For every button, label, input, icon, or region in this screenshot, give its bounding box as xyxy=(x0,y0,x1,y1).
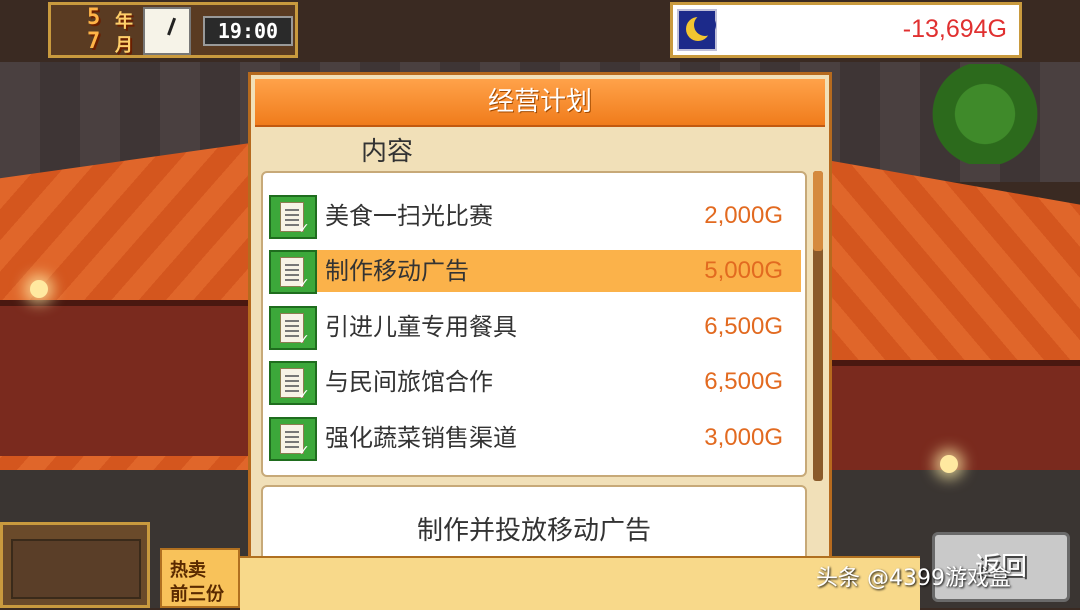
document-icon: ✓ xyxy=(269,361,317,405)
plan-item-label: 强化蔬菜销售渠道 xyxy=(325,424,517,452)
lantern xyxy=(30,280,48,298)
funds-amount: -13,694G xyxy=(902,15,1007,43)
funds-panel: -13,694G xyxy=(670,2,1022,58)
plan-item-price: 3,000G xyxy=(704,424,783,451)
plan-item-price: 6,500G xyxy=(704,313,783,340)
calendar-date: 5 年 7 月 xyxy=(81,5,143,57)
date-time-panel: 5 年 7 月 19:00 xyxy=(48,2,298,58)
bestseller-badge: 热卖 前三份 xyxy=(160,548,240,608)
plan-item-inn-partnership[interactable]: ✓ 与民间旅馆合作 6,500G xyxy=(269,361,801,405)
plan-item-price: 6,500G xyxy=(704,368,783,395)
list-scrollbar[interactable] xyxy=(813,171,823,481)
plan-item-price: 5,000G xyxy=(704,257,783,284)
bestseller-line2: 前三份 xyxy=(170,584,224,605)
tree xyxy=(930,64,1040,164)
dialog-header: 经营计划 xyxy=(255,79,825,127)
document-icon: ✓ xyxy=(269,250,317,294)
scrollbar-thumb[interactable] xyxy=(813,171,823,251)
year-label: 年 xyxy=(115,11,133,32)
watermark: 头条 @4399游戏盒 xyxy=(816,566,1011,591)
plan-item-label: 与民间旅馆合作 xyxy=(325,368,493,396)
document-icon: ✓ xyxy=(269,417,317,461)
plan-list: ✓ 美食一扫光比赛 2,000G ✓ 制作移动广告 5,000G ✓ 引进儿童专… xyxy=(261,171,807,477)
management-plan-dialog: 经营计划 内容 ✓ 美食一扫光比赛 2,000G ✓ 制作移动广告 5,000G… xyxy=(248,72,832,586)
street-light xyxy=(940,455,958,473)
plan-item-vegetable-channel[interactable]: ✓ 强化蔬菜销售渠道 3,000G xyxy=(269,417,801,461)
plan-item-label: 美食一扫光比赛 xyxy=(325,202,493,230)
year-number: 5 xyxy=(87,5,101,30)
plan-item-label: 引进儿童专用餐具 xyxy=(325,313,517,341)
plan-item-mobile-ad[interactable]: ✓ 制作移动广告 5,000G xyxy=(269,250,801,294)
clock-icon xyxy=(143,7,191,55)
bestseller-line1: 热卖 xyxy=(170,560,206,581)
bottom-left-slot[interactable] xyxy=(0,522,150,608)
restaurant-counter-left xyxy=(0,300,260,456)
plan-item-kids-tableware[interactable]: ✓ 引进儿童专用餐具 6,500G xyxy=(269,306,801,350)
dialog-title: 经营计划 xyxy=(487,87,592,117)
month-label: 月 xyxy=(115,35,133,56)
plan-item-food-contest[interactable]: ✓ 美食一扫光比赛 2,000G xyxy=(269,195,801,239)
plan-item-label: 制作移动广告 xyxy=(325,257,469,285)
content-label: 内容 xyxy=(361,137,414,167)
document-icon: ✓ xyxy=(269,195,317,239)
plan-item-price: 2,000G xyxy=(704,202,783,229)
document-icon: ✓ xyxy=(269,306,317,350)
game-time: 19:00 xyxy=(203,16,293,46)
month-number: 7 xyxy=(87,29,101,54)
moon-icon xyxy=(677,9,717,51)
